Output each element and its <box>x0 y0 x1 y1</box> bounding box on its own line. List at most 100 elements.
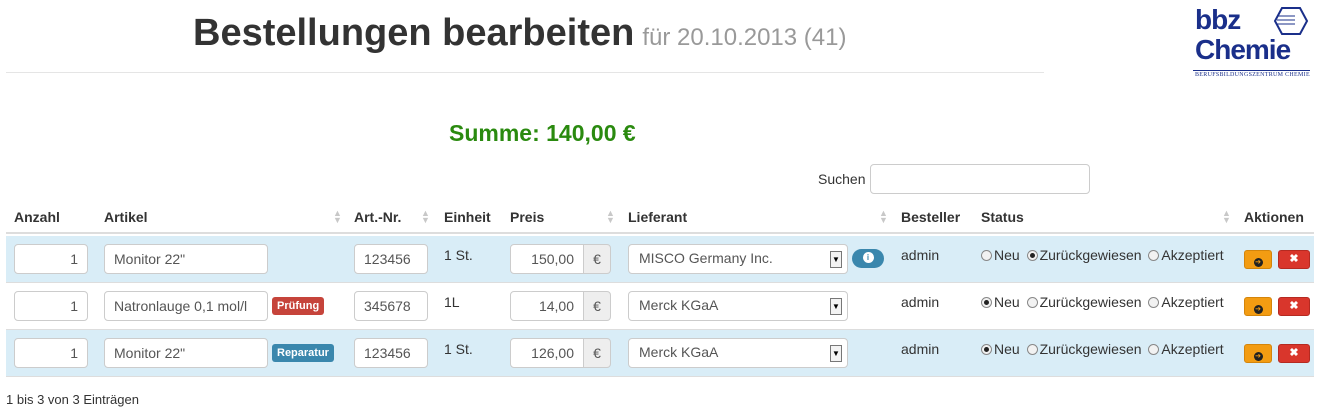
currency-addon: € <box>583 244 611 274</box>
close-icon: ✖ <box>1289 253 1299 265</box>
supplier-selected: Merck KGaA <box>639 344 719 360</box>
sort-icon[interactable]: ▲ ▼ <box>879 209 888 225</box>
delete-order-button[interactable]: ✖ <box>1278 344 1310 363</box>
currency-addon: € <box>583 291 611 321</box>
status-radio-group[interactable]: Neu Zurückgewiesen Akzeptiert <box>981 294 1227 310</box>
status-option-zurueckgewiesen[interactable]: Zurückgewiesen <box>1026 294 1142 310</box>
column-header-einheit[interactable]: Einheit <box>444 209 491 225</box>
radio-icon[interactable] <box>1148 249 1160 261</box>
page-title-text: Bestellungen bearbeiten <box>193 12 635 54</box>
close-icon: ✖ <box>1289 300 1299 312</box>
delete-order-button[interactable]: ✖ <box>1278 250 1310 269</box>
status-option-neu[interactable]: Neu <box>981 341 1020 357</box>
supplier-selected: Merck KGaA <box>639 297 719 313</box>
delete-order-button[interactable]: ✖ <box>1278 297 1310 316</box>
status-option-neu[interactable]: Neu <box>981 294 1020 310</box>
open-order-button[interactable]: ➔ <box>1244 344 1272 363</box>
search-input[interactable] <box>870 164 1090 194</box>
article-input[interactable] <box>104 244 268 274</box>
logo-line-2: Chemie <box>1195 34 1291 65</box>
supplier-selected: MISCO Germany Inc. <box>639 250 773 266</box>
radio-icon[interactable] <box>1026 343 1038 355</box>
unit-value: 1L <box>444 294 460 310</box>
page-subtitle: für 20.10.2013 (41) <box>642 24 847 51</box>
column-header-lieferant[interactable]: Lieferant <box>628 209 687 225</box>
column-header-anzahl[interactable]: Anzahl <box>14 209 60 225</box>
unit-value: 1 St. <box>444 341 473 357</box>
page-header: Bestellungen bearbeiten für 20.10.2013 (4… <box>0 0 1321 120</box>
open-order-button[interactable]: ➔ <box>1244 297 1272 316</box>
sort-icon[interactable]: ▲ ▼ <box>333 209 342 225</box>
supplier-select[interactable]: Merck KGaA ▼ <box>628 291 848 321</box>
quantity-input[interactable] <box>14 291 88 321</box>
column-header-artnr[interactable]: Art.-Nr. <box>354 209 401 225</box>
search-label: Suchen <box>818 171 866 187</box>
status-option-akzeptiert[interactable]: Akzeptiert <box>1148 341 1224 357</box>
article-number-input[interactable] <box>354 244 428 274</box>
supplier-select[interactable]: MISCO Germany Inc. ▼ <box>628 244 848 274</box>
supplier-select[interactable]: Merck KGaA ▼ <box>628 338 848 368</box>
title-divider <box>6 72 1044 73</box>
arrow-right-icon: ➔ <box>1253 305 1263 314</box>
table-row: 1 St. € MISCO Germany Inc. ▼ i admin Neu… <box>6 236 1314 283</box>
arrow-right-icon: ➔ <box>1253 258 1263 267</box>
close-icon: ✖ <box>1289 347 1299 359</box>
logo-tagline: Berufsbildungszentrum Chemie <box>1195 72 1310 78</box>
tag-badge: Reparatur <box>272 344 334 362</box>
price-input[interactable] <box>510 338 584 368</box>
quantity-input[interactable] <box>14 244 88 274</box>
price-input[interactable] <box>510 244 584 274</box>
orderer-value: admin <box>901 247 940 263</box>
status-radio-group[interactable]: Neu Zurückgewiesen Akzeptiert <box>981 341 1227 357</box>
status-option-zurueckgewiesen[interactable]: Zurückgewiesen <box>1026 341 1142 357</box>
order-total: Summe: 140,00 € <box>449 120 636 146</box>
hexagon-icon <box>1273 7 1309 35</box>
status-option-zurueckgewiesen[interactable]: Zurückgewiesen <box>1026 247 1142 263</box>
status-option-akzeptiert[interactable]: Akzeptiert <box>1148 247 1224 263</box>
logo-rule <box>1193 70 1310 71</box>
quantity-input[interactable] <box>14 338 88 368</box>
article-input[interactable] <box>104 338 268 368</box>
status-radio-group[interactable]: Neu Zurückgewiesen Akzeptiert <box>981 247 1227 263</box>
column-header-besteller[interactable]: Besteller <box>901 209 960 225</box>
radio-icon[interactable] <box>1026 296 1038 308</box>
chevron-down-icon[interactable]: ▼ <box>830 345 842 362</box>
radio-icon[interactable] <box>1148 296 1160 308</box>
chevron-down-icon[interactable]: ▼ <box>830 251 842 268</box>
column-header-status[interactable]: Status <box>981 209 1024 225</box>
radio-icon[interactable] <box>981 249 992 261</box>
page-title: Bestellungen bearbeiten für 20.10.2013 (4… <box>193 12 846 55</box>
column-header-preis[interactable]: Preis <box>510 209 544 225</box>
sort-icon[interactable]: ▲ ▼ <box>606 209 615 225</box>
currency-addon: € <box>583 338 611 368</box>
chevron-down-icon[interactable]: ▼ <box>830 298 842 315</box>
logo-line-1: bbz <box>1195 4 1241 35</box>
open-order-button[interactable]: ➔ <box>1244 250 1272 269</box>
sort-icon[interactable]: ▲ ▼ <box>421 209 430 225</box>
price-input[interactable] <box>510 291 584 321</box>
table-header: Anzahl Artikel ▲ ▼ Art.-Nr. ▲ ▼ Einheit Pr… <box>6 200 1314 234</box>
radio-checked-icon[interactable] <box>1026 249 1038 261</box>
orderer-value: admin <box>901 294 940 310</box>
column-header-aktionen[interactable]: Aktionen <box>1244 209 1304 225</box>
info-icon: i <box>862 251 874 263</box>
article-input[interactable] <box>104 291 268 321</box>
tag-badge: Prüfung <box>272 297 325 315</box>
supplier-info-button[interactable]: i <box>852 249 884 268</box>
status-option-akzeptiert[interactable]: Akzeptiert <box>1148 294 1224 310</box>
table-row: Reparatur 1 St. € Merck KGaA ▼ admin Neu… <box>6 330 1314 377</box>
radio-icon[interactable] <box>1148 343 1160 355</box>
arrow-right-icon: ➔ <box>1253 352 1263 361</box>
table-row: Prüfung 1L € Merck KGaA ▼ admin Neu Zurü… <box>6 283 1314 330</box>
column-header-artikel[interactable]: Artikel <box>104 209 148 225</box>
unit-value: 1 St. <box>444 247 473 263</box>
table-info: 1 bis 3 von 3 Einträgen <box>6 392 139 407</box>
bbz-chemie-logo: bbz Chemie Berufsbildungszentrum Chemie <box>1193 4 1311 86</box>
status-option-neu[interactable]: Neu <box>981 247 1020 263</box>
radio-checked-icon[interactable] <box>981 343 992 355</box>
sort-icon[interactable]: ▲ ▼ <box>1222 209 1231 225</box>
article-number-input[interactable] <box>354 338 428 368</box>
orderer-value: admin <box>901 341 940 357</box>
radio-checked-icon[interactable] <box>981 296 992 308</box>
article-number-input[interactable] <box>354 291 428 321</box>
